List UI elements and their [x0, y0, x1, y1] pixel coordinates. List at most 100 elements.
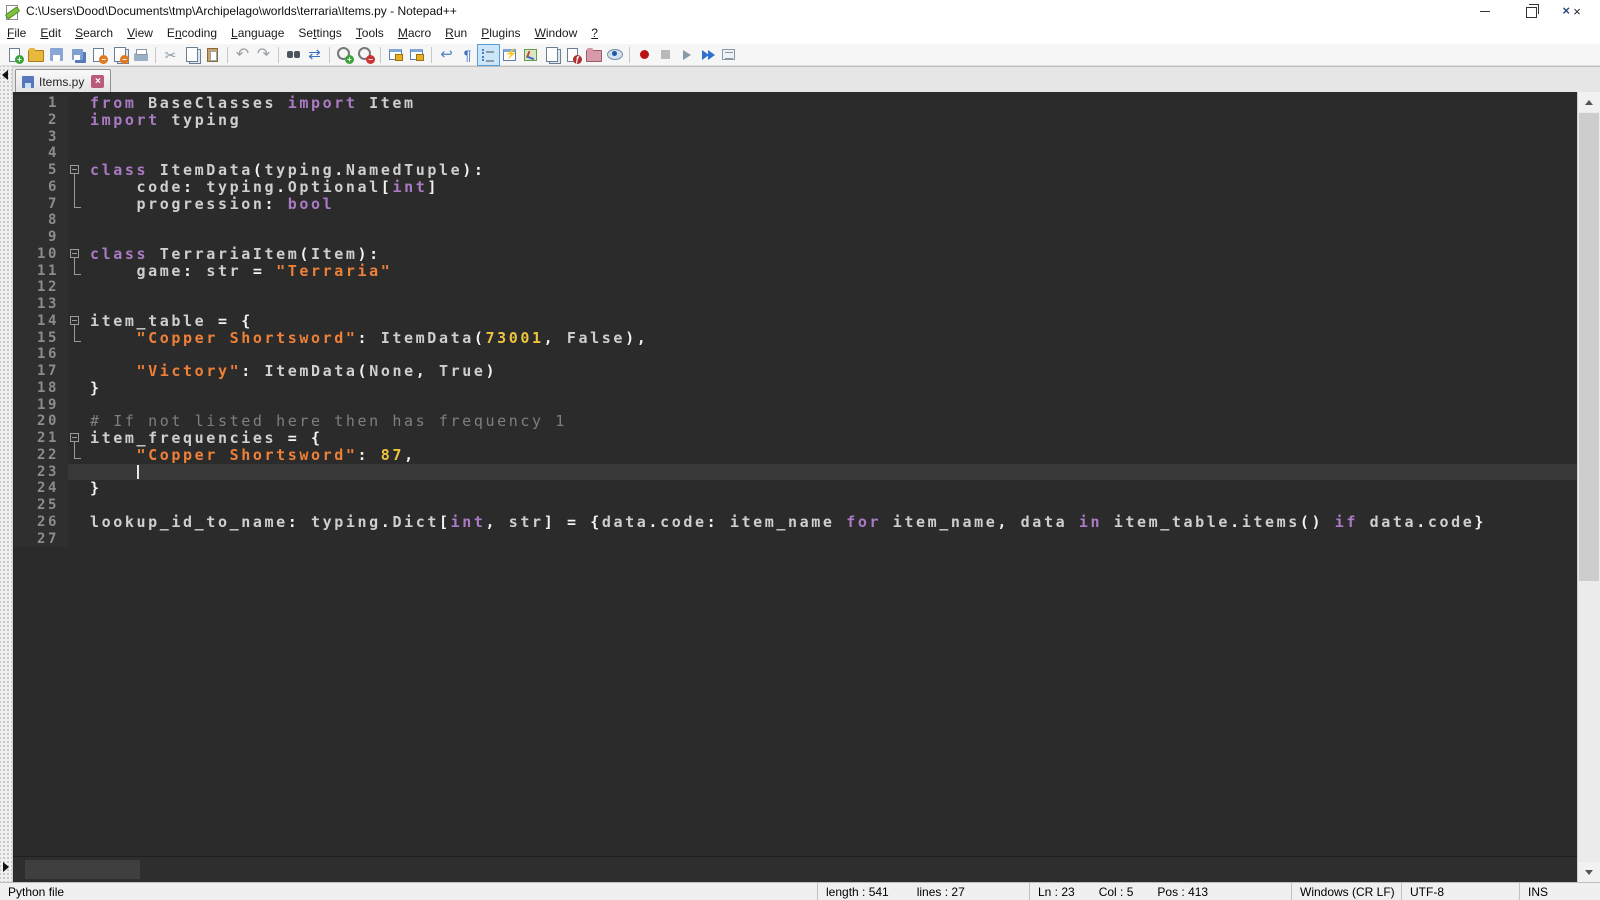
code-line-24[interactable]: 24} — [13, 480, 1577, 497]
menu-item-window[interactable]: Window — [528, 23, 585, 43]
show-indent-guide-icon[interactable] — [478, 45, 499, 65]
zoom-in-icon[interactable]: + — [334, 45, 355, 65]
macro-record-icon[interactable] — [634, 45, 655, 65]
menu-item-run[interactable]: Run — [438, 23, 474, 43]
code-editor[interactable]: 1from BaseClasses import Item2import typ… — [13, 92, 1577, 856]
document-list-icon[interactable] — [541, 45, 562, 65]
scroll-down-icon[interactable] — [1578, 862, 1600, 882]
save-file-icon[interactable] — [46, 45, 67, 65]
code-line-23[interactable]: 23 — [13, 464, 1577, 481]
menu-item-edit[interactable]: Edit — [33, 23, 68, 43]
save-all-icon[interactable] — [67, 45, 88, 65]
menu-item-macro[interactable]: Macro — [391, 23, 438, 43]
fold-toggle-icon[interactable] — [68, 162, 84, 179]
document-map-icon[interactable] — [520, 45, 541, 65]
code-line-12[interactable]: 12 — [13, 279, 1577, 296]
dock-expand-right-icon[interactable] — [3, 862, 9, 872]
macro-stop-icon[interactable] — [655, 45, 676, 65]
code-line-2[interactable]: 2import typing — [13, 112, 1577, 129]
menu-item-search[interactable]: Search — [68, 23, 120, 43]
line-number: 18 — [13, 380, 68, 397]
paste-icon[interactable] — [202, 45, 223, 65]
horizontal-scrollbar[interactable] — [13, 856, 1577, 882]
print-icon[interactable] — [130, 45, 151, 65]
redo-icon[interactable]: ↷ — [253, 45, 274, 65]
status-length-lines: length : 541 lines : 27 — [818, 883, 1030, 900]
code-line-27[interactable]: 27 — [13, 531, 1577, 548]
code-line-21[interactable]: 21item_frequencies = { — [13, 430, 1577, 447]
menu-item-tools[interactable]: Tools — [349, 23, 391, 43]
code-line-6[interactable]: 6 code: typing.Optional[int] — [13, 179, 1577, 196]
code-line-14[interactable]: 14item_table = { — [13, 313, 1577, 330]
close-all-icon[interactable]: − — [109, 45, 130, 65]
show-all-characters-icon[interactable]: ¶ — [457, 45, 478, 65]
code-line-26[interactable]: 26lookup_id_to_name: typing.Dict[int, st… — [13, 514, 1577, 531]
fold-toggle-icon[interactable] — [68, 430, 84, 447]
code-line-7[interactable]: 7 progression: bool — [13, 196, 1577, 213]
code-line-11[interactable]: 11 game: str = "Terraria" — [13, 263, 1577, 280]
fold-toggle-icon[interactable] — [68, 313, 84, 330]
function-list-icon[interactable]: ƒ — [562, 45, 583, 65]
sync-vertical-scrolling-icon[interactable] — [385, 45, 406, 65]
dock-collapse-left-icon[interactable] — [2, 70, 8, 80]
line-number: 11 — [13, 263, 68, 280]
find-icon[interactable] — [283, 45, 304, 65]
dock-splitter[interactable] — [0, 66, 13, 882]
new-file-icon[interactable]: + — [4, 45, 25, 65]
zoom-out-icon[interactable]: − — [355, 45, 376, 65]
undo-icon[interactable]: ↶ — [232, 45, 253, 65]
fold-margin — [68, 464, 84, 481]
code-text: class ItemData(typing.NamedTuple): — [84, 162, 1577, 179]
code-line-20[interactable]: 20# If not listed here then has frequenc… — [13, 413, 1577, 430]
menu-item-view[interactable]: View — [120, 23, 160, 43]
tab-items-py[interactable]: Items.py × — [15, 69, 111, 93]
code-line-8[interactable]: 8 — [13, 212, 1577, 229]
macro-run-multiple-icon[interactable] — [697, 45, 718, 65]
scroll-up-icon[interactable] — [1578, 92, 1600, 112]
code-line-25[interactable]: 25 — [13, 497, 1577, 514]
restore-button[interactable] — [1508, 0, 1554, 22]
open-file-icon[interactable] — [25, 45, 46, 65]
vertical-scrollbar[interactable] — [1577, 92, 1600, 882]
horizontal-scrollbar-thumb[interactable] — [25, 860, 140, 879]
define-language-icon[interactable] — [499, 45, 520, 65]
close-file-icon[interactable]: − — [88, 45, 109, 65]
fold-toggle-icon[interactable] — [68, 246, 84, 263]
menu-item-file[interactable]: File — [0, 23, 33, 43]
code-line-1[interactable]: 1from BaseClasses import Item — [13, 95, 1577, 112]
menu-item-help[interactable]: ? — [584, 23, 605, 43]
macro-playback-icon[interactable] — [676, 45, 697, 65]
minimize-button[interactable] — [1462, 0, 1508, 22]
tab-close-icon[interactable]: × — [91, 75, 104, 88]
sync-horizontal-scrolling-icon[interactable] — [406, 45, 427, 65]
code-line-22[interactable]: 22 "Copper Shortsword": 87, — [13, 447, 1577, 464]
code-line-16[interactable]: 16 — [13, 346, 1577, 363]
menu-item-settings[interactable]: Settings — [291, 23, 348, 43]
code-line-3[interactable]: 3 — [13, 129, 1577, 146]
monitoring-eye-icon[interactable] — [604, 45, 625, 65]
code-line-17[interactable]: 17 "Victory": ItemData(None, True) — [13, 363, 1577, 380]
menu-item-language[interactable]: Language — [224, 23, 291, 43]
code-line-15[interactable]: 15 "Copper Shortsword": ItemData(73001, … — [13, 330, 1577, 347]
word-wrap-icon[interactable]: ↩ — [436, 45, 457, 65]
macro-save-icon[interactable] — [718, 45, 739, 65]
copy-icon[interactable] — [181, 45, 202, 65]
code-line-4[interactable]: 4 — [13, 145, 1577, 162]
tab-bar: Items.py × — [13, 66, 1600, 92]
code-line-13[interactable]: 13 — [13, 296, 1577, 313]
line-number: 9 — [13, 229, 68, 246]
menu-item-plugins[interactable]: Plugins — [474, 23, 527, 43]
code-line-10[interactable]: 10class TerrariaItem(Item): — [13, 246, 1577, 263]
menu-close-icon[interactable]: × — [1562, 3, 1570, 18]
code-line-18[interactable]: 18} — [13, 380, 1577, 397]
folder-as-workspace-icon[interactable] — [583, 45, 604, 65]
close-button[interactable]: × — [1554, 0, 1600, 22]
cut-icon[interactable]: ✂ — [160, 45, 181, 65]
menu-item-encoding[interactable]: Encoding — [160, 23, 224, 43]
code-line-9[interactable]: 9 — [13, 229, 1577, 246]
code-line-5[interactable]: 5class ItemData(typing.NamedTuple): — [13, 162, 1577, 179]
vertical-scrollbar-thumb[interactable] — [1579, 113, 1599, 581]
code-text — [84, 296, 1577, 313]
code-line-19[interactable]: 19 — [13, 397, 1577, 414]
replace-icon[interactable]: ⇄ — [304, 45, 325, 65]
